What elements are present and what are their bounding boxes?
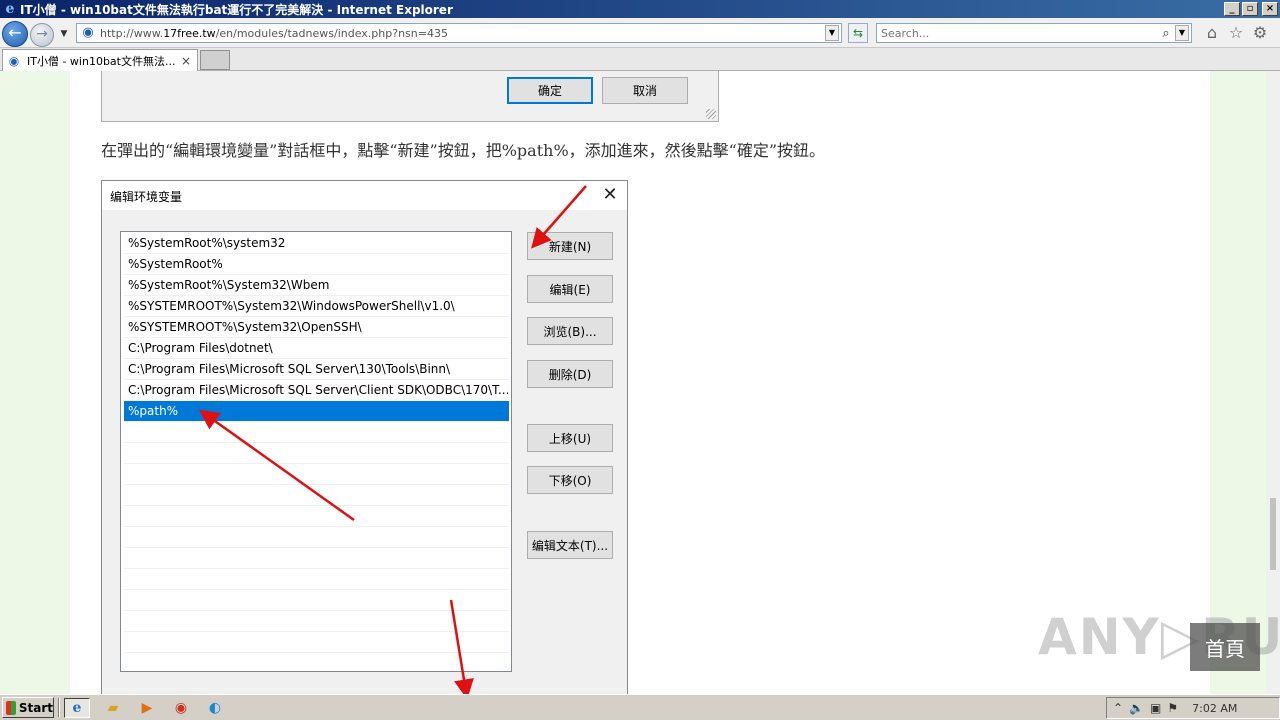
list-item-empty	[124, 611, 509, 632]
internet-explorer-icon: e	[5, 1, 15, 17]
compatibility-refresh-button[interactable]: ⇆	[848, 23, 868, 43]
taskbar-media-player-icon[interactable]: ▶	[134, 698, 160, 718]
move-down-button[interactable]: 下移(O)	[527, 466, 613, 494]
resize-grip-icon	[706, 109, 716, 119]
taskbar: Start e ▰ ▶ ◉ ◐ ⌃ 🔈 ▣ ⚑ 7:02 AM	[0, 694, 1280, 720]
forward-button[interactable]: →	[30, 23, 54, 47]
taskbar-separator	[58, 698, 60, 717]
tab-close-icon[interactable]: ×	[179, 54, 193, 68]
search-dropdown-icon[interactable]: ▼	[1175, 25, 1189, 41]
cancel-button[interactable]: 取消	[602, 77, 688, 104]
screenshot-previous-dialog: 确定 取消	[101, 71, 719, 122]
article-paragraph: 在彈出的“編輯環境變量”對話框中，點擊“新建”按鈕，把%path%，添加進來，然…	[101, 141, 826, 160]
tab-label: IT小僧 - win10bat文件無法...	[27, 54, 176, 68]
volume-icon[interactable]: 🔈	[1129, 701, 1144, 715]
page-scrollbar[interactable]	[1266, 71, 1280, 694]
list-item[interactable]: C:\Program Files\Microsoft SQL Server\13…	[124, 359, 509, 380]
list-item-empty	[124, 422, 509, 443]
search-input[interactable]	[877, 26, 1157, 40]
list-item-empty	[124, 632, 509, 653]
taskbar-chrome-icon[interactable]: ◉	[168, 698, 194, 718]
clock[interactable]: 7:02 AM	[1192, 702, 1237, 715]
settings-gear-icon[interactable]: ⚙	[1252, 24, 1268, 42]
tab-current[interactable]: ◉ IT小僧 - win10bat文件無法... ×	[2, 49, 198, 71]
window-titlebar: e IT小僧 - win10bat文件無法執行bat運行不了完美解決 - Int…	[0, 0, 1280, 18]
list-item-empty	[124, 506, 509, 527]
list-item-empty	[124, 464, 509, 485]
minimize-button[interactable]: _	[1224, 2, 1240, 16]
edit-env-variable-dialog: 编辑环境变量 ✕ %SystemRoot%\system32 %SystemRo…	[101, 180, 628, 694]
taskbar-ie-icon[interactable]: e	[64, 698, 90, 718]
navigation-toolbar: ← → ▼ ◉ http://www.17free.tw/en/modules/…	[0, 18, 1280, 48]
list-item[interactable]: %SystemRoot%\system32	[124, 233, 509, 254]
browse-button[interactable]: 浏览(B)...	[527, 317, 613, 345]
list-item-empty	[124, 443, 509, 464]
list-item-empty	[124, 485, 509, 506]
back-button[interactable]: ←	[2, 21, 28, 47]
list-item-empty	[124, 590, 509, 611]
tab-favicon-icon: ◉	[8, 53, 20, 68]
network-icon[interactable]: ▣	[1150, 701, 1161, 715]
env-dialog-titlebar: 编辑环境变量 ✕	[102, 181, 627, 210]
forward-arrow-icon: →	[36, 26, 48, 42]
taskbar-explorer-icon[interactable]: ▰	[100, 698, 126, 718]
delete-button[interactable]: 删除(D)	[527, 360, 613, 388]
edit-button[interactable]: 编辑(E)	[527, 275, 613, 303]
windows-flag-icon	[6, 700, 16, 715]
address-dropdown-icon[interactable]: ▼	[825, 25, 839, 41]
url-path: /en/modules/tadnews/index.php?nsn=435	[215, 26, 448, 40]
env-dialog-title: 编辑环境变量	[110, 190, 183, 204]
history-dropdown-icon[interactable]: ▼	[58, 28, 70, 40]
start-button[interactable]: Start	[2, 697, 54, 718]
env-path-list[interactable]: %SystemRoot%\system32 %SystemRoot% %Syst…	[120, 231, 512, 672]
ok-button[interactable]: 确定	[507, 77, 593, 104]
home-icon[interactable]: ⌂	[1204, 24, 1220, 42]
search-icon[interactable]: ⌕	[1157, 26, 1175, 41]
list-item-empty	[124, 548, 509, 569]
list-item-empty	[124, 569, 509, 590]
tray-expand-icon[interactable]: ⌃	[1113, 701, 1123, 715]
list-item[interactable]: %SYSTEMROOT%\System32\WindowsPowerShell\…	[124, 296, 509, 317]
list-item[interactable]: C:\Program Files\Microsoft SQL Server\Cl…	[124, 380, 509, 401]
url-domain: 17free.tw	[163, 26, 216, 40]
address-url[interactable]: http://www.17free.tw/en/modules/tadnews/…	[100, 27, 825, 40]
new-button[interactable]: 新建(N)	[527, 232, 613, 260]
list-item[interactable]: %SystemRoot%\System32\Wbem	[124, 275, 509, 296]
list-item[interactable]: C:\Program Files\dotnet\	[124, 338, 509, 359]
edit-text-button[interactable]: 编辑文本(T)...	[527, 531, 613, 559]
refresh-icon: ⇆	[852, 26, 864, 40]
home-badge[interactable]: 首頁	[1190, 623, 1260, 671]
window-controls: _ ▫ ×	[1224, 2, 1278, 16]
back-arrow-icon: ←	[8, 23, 22, 42]
move-up-button[interactable]: 上移(U)	[527, 424, 613, 452]
address-bar[interactable]: ◉ http://www.17free.tw/en/modules/tadnew…	[76, 23, 842, 43]
scrollbar-thumb[interactable]	[1270, 498, 1276, 570]
taskbar-edge-icon[interactable]: ◐	[202, 698, 228, 718]
tab-bar: ◉ IT小僧 - win10bat文件無法... ×	[0, 48, 1280, 71]
toolbar-icons: ⌂ ☆ ⚙	[1204, 24, 1268, 42]
list-item-empty	[124, 527, 509, 548]
close-icon[interactable]: ✕	[599, 184, 621, 206]
list-item[interactable]: %SystemRoot%	[124, 254, 509, 275]
list-item-selected[interactable]: %path%	[124, 401, 509, 422]
favorites-star-icon[interactable]: ☆	[1228, 24, 1244, 42]
close-window-button[interactable]: ×	[1262, 2, 1278, 16]
new-tab-button[interactable]	[200, 50, 230, 70]
list-item[interactable]: %SYSTEMROOT%\System32\OpenSSH\	[124, 317, 509, 338]
page-icon: ◉	[82, 25, 94, 40]
system-tray: ⌃ 🔈 ▣ ⚑ 7:02 AM	[1106, 697, 1280, 719]
maximize-button[interactable]: ▫	[1242, 2, 1258, 16]
action-center-flag-icon[interactable]: ⚑	[1167, 701, 1178, 715]
article-content: 确定 取消 在彈出的“編輯環境變量”對話框中，點擊“新建”按鈕，把%path%，…	[70, 71, 1210, 694]
start-label: Start	[18, 700, 53, 715]
page-viewport: 确定 取消 在彈出的“編輯環境變量”對話框中，點擊“新建”按鈕，把%path%，…	[0, 71, 1266, 694]
search-box[interactable]: ⌕ ▼	[876, 23, 1192, 43]
url-prefix: http://www.	[100, 26, 164, 40]
window-title: IT小僧 - win10bat文件無法執行bat運行不了完美解決 - Inter…	[20, 2, 453, 17]
